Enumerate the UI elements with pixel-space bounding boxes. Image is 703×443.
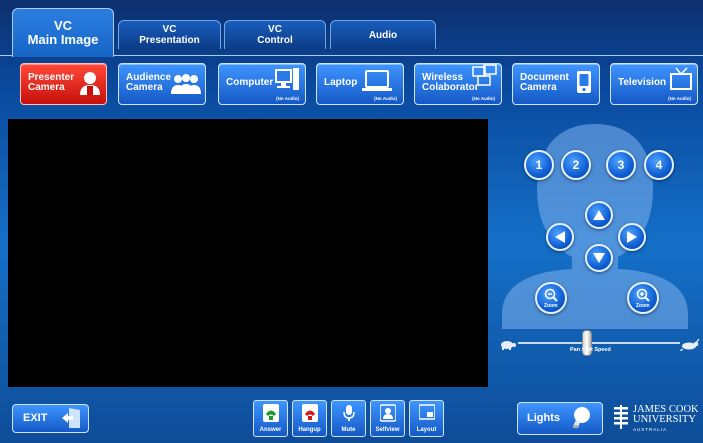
mute-label: Mute: [341, 427, 356, 433]
tab-label-line2: Presentation: [139, 35, 200, 46]
preset-4-button[interactable]: 4: [644, 150, 674, 180]
answer-button[interactable]: Answer: [253, 400, 288, 437]
preset-1-button[interactable]: 1: [524, 150, 554, 180]
zoom-in-label: Zoom: [636, 303, 650, 309]
university-crest-icon: [614, 405, 628, 429]
tab-label-line2: Main Image: [27, 32, 99, 47]
source-audience-camera-button[interactable]: Audience Camera: [118, 63, 206, 105]
audience-icon: [171, 74, 201, 94]
television-icon: [670, 67, 692, 90]
logo-line2: UNIVERSITY: [633, 414, 696, 425]
document-camera-icon: [577, 71, 591, 93]
speed-label: Pan / Tilt Speed: [570, 347, 611, 353]
selfview-icon: [380, 404, 396, 422]
exit-door-icon: [62, 408, 80, 428]
layout-button[interactable]: Layout: [409, 400, 444, 437]
tab-audio[interactable]: Audio: [330, 20, 436, 49]
wireless-icon: [472, 64, 497, 86]
preset-3-button[interactable]: 3: [606, 150, 636, 180]
source-label: Audience Camera: [126, 72, 172, 93]
video-preview: [8, 119, 488, 387]
magnifier-minus-icon: [544, 288, 558, 302]
tab-label-line1: VC: [268, 24, 282, 35]
exit-label: EXIT: [23, 412, 48, 424]
magnifier-plus-icon: [636, 288, 650, 302]
zoom-out-label: Zoom: [544, 303, 558, 309]
selfview-label: Selfview: [375, 427, 400, 433]
source-label: Wireless Colaborator: [422, 72, 479, 93]
zoom-in-button[interactable]: [627, 282, 659, 314]
computer-icon: [275, 68, 299, 90]
layout-icon: [419, 404, 435, 420]
source-laptop-button[interactable]: Laptop (No Audio): [316, 63, 404, 105]
presenter-icon: [80, 72, 100, 95]
james-cook-university-logo: JAMES COOK UNIVERSITY AUSTRALIA: [612, 404, 703, 439]
source-computer-button[interactable]: Computer (No Audio): [218, 63, 306, 105]
bottom-bar: EXIT Answer Hangup Mute Selfview Layout …: [0, 392, 703, 443]
no-audio-note: (No Audio): [374, 96, 397, 101]
light-bulb-icon: [573, 407, 590, 428]
arrow-down-icon: [593, 253, 605, 263]
answer-label: Answer: [259, 427, 282, 433]
arrow-left-icon: [555, 231, 565, 243]
pan-right-button[interactable]: [618, 223, 646, 251]
source-label: Presenter Camera: [28, 72, 75, 93]
tab-label-line1: VC: [53, 18, 73, 33]
source-television-button[interactable]: Television (No Audio): [610, 63, 698, 105]
source-label: Document Camera: [520, 72, 569, 93]
tab-vc-control[interactable]: VC Control: [224, 20, 326, 49]
source-label: Computer: [226, 77, 274, 88]
speed-slider-track[interactable]: [518, 342, 680, 344]
no-audio-note: (No Audio): [276, 96, 299, 101]
tab-bar: VC Main Image VC Presentation VC Control Au…: [0, 0, 703, 57]
no-audio-note: (No Audio): [472, 96, 495, 101]
pan-down-button[interactable]: [585, 244, 613, 272]
lights-label: Lights: [527, 412, 560, 424]
tab-label-line1: VC: [162, 24, 177, 35]
tab-vc-presentation[interactable]: VC Presentation: [118, 20, 221, 49]
preset-2-button[interactable]: 2: [561, 150, 591, 180]
hangup-label: Hangup: [298, 427, 321, 433]
zoom-out-button[interactable]: [535, 282, 567, 314]
source-presenter-camera-button[interactable]: Presenter Camera: [20, 63, 107, 105]
laptop-icon: [362, 70, 392, 91]
tortoise-icon: [501, 341, 516, 350]
hare-icon: [680, 339, 700, 351]
phone-hangup-icon: [302, 404, 318, 422]
camera-control-panel: 1 2 3 4 Zoom Zoom Pan / Tilt Speed: [488, 119, 703, 387]
mute-button[interactable]: Mute: [331, 400, 366, 437]
source-wireless-colaborator-button[interactable]: Wireless Colaborator (No Audio): [414, 63, 502, 105]
arrow-right-icon: [627, 231, 637, 243]
pan-up-button[interactable]: [585, 201, 613, 229]
tab-label: Audio: [368, 29, 398, 41]
selfview-button[interactable]: Selfview: [370, 400, 405, 437]
logo-line3: AUSTRALIA: [633, 427, 668, 432]
phone-answer-icon: [263, 404, 279, 422]
pan-left-button[interactable]: [546, 223, 574, 251]
no-audio-note: (No Audio): [668, 96, 691, 101]
layout-label: Layout: [416, 427, 437, 433]
source-label: Television: [618, 77, 667, 88]
arrow-up-icon: [593, 210, 605, 220]
hangup-button[interactable]: Hangup: [292, 400, 327, 437]
exit-button[interactable]: EXIT: [12, 404, 89, 433]
tab-label-line2: Control: [257, 35, 293, 46]
microphone-icon: [343, 405, 355, 421]
tab-vc-main-image[interactable]: VC Main Image: [12, 8, 114, 57]
source-document-camera-button[interactable]: Document Camera: [512, 63, 600, 105]
source-label: Laptop: [324, 77, 358, 88]
lights-button[interactable]: Lights: [517, 402, 603, 435]
